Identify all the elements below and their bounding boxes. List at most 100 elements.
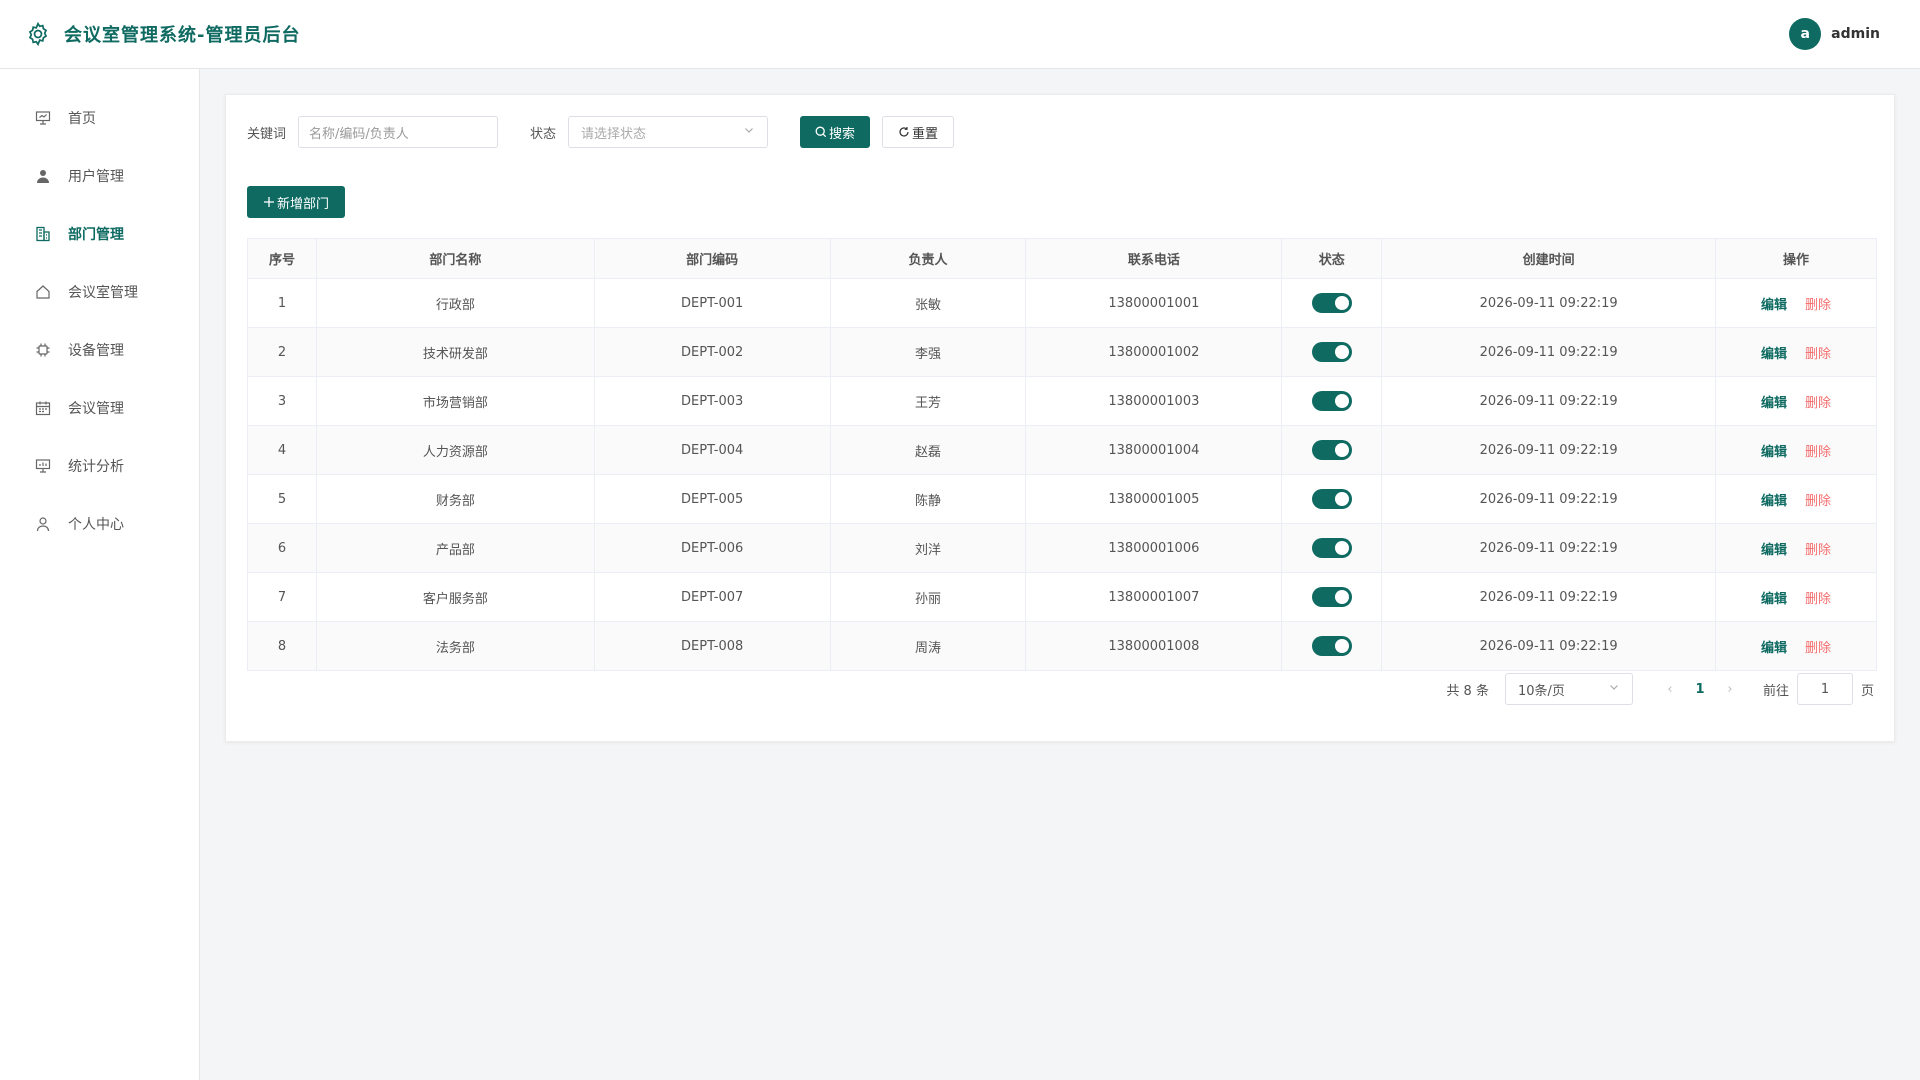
sidebar-item-statistics[interactable]: 统计分析 — [0, 437, 199, 495]
column-header: 状态 — [1281, 238, 1383, 279]
cell-manager: 赵磊 — [829, 425, 1027, 475]
search-button[interactable]: 搜索 — [800, 116, 871, 148]
keyword-label: 关键词 — [247, 126, 287, 142]
column-header: 创建时间 — [1381, 238, 1717, 279]
sidebar-item-users[interactable]: 用户管理 — [0, 147, 199, 205]
status-switch[interactable] — [1311, 636, 1352, 656]
delete-button[interactable]: 删除 — [1805, 592, 1831, 607]
cell-name: 人力资源部 — [315, 425, 595, 475]
cell-name: 法务部 — [315, 621, 595, 671]
cell-code: DEPT-008 — [593, 621, 831, 671]
table-row: 7 客户服务部 DEPT-007 孙丽 13800001007 2026-09-… — [247, 572, 1877, 622]
status-select[interactable]: 请选择状态 — [568, 116, 769, 148]
keyword-input[interactable]: 名称/编码/负责人 — [298, 116, 499, 148]
top-header: 会议室管理系统-管理员后台 a admin — [0, 0, 1920, 69]
delete-button[interactable]: 删除 — [1805, 494, 1831, 509]
chevron-down-icon — [743, 124, 755, 140]
cell-phone: 13800001007 — [1025, 572, 1283, 622]
cell-code: DEPT-001 — [593, 278, 831, 328]
column-header: 部门名称 — [315, 238, 595, 279]
status-switch[interactable] — [1311, 440, 1352, 460]
status-label: 状态 — [530, 126, 557, 142]
cell-phone: 13800001001 — [1025, 278, 1283, 328]
cell-name: 客户服务部 — [315, 572, 595, 622]
status-switch[interactable] — [1311, 391, 1352, 411]
edit-button[interactable]: 编辑 — [1761, 347, 1787, 362]
sidebar-item-meeting-rooms[interactable]: 会议室管理 — [0, 263, 199, 321]
edit-button[interactable]: 编辑 — [1761, 298, 1787, 313]
chart-board-icon — [34, 457, 52, 475]
cell-code: DEPT-003 — [593, 376, 831, 426]
cell-phone: 13800001003 — [1025, 376, 1283, 426]
cell-created: 2026-09-11 09:22:19 — [1381, 523, 1717, 573]
column-header: 部门编码 — [593, 238, 831, 279]
sidebar: 首页 用户管理 部门管理 会议室管理 设备管理 会议管理 统计分析 个人中心 — [0, 69, 200, 1080]
delete-button[interactable]: 删除 — [1805, 543, 1831, 558]
sidebar-item-devices[interactable]: 设备管理 — [0, 321, 199, 379]
table-header-row: 序号 部门名称 部门编码 负责人 联系电话 状态 创建时间 操作 — [247, 238, 1877, 279]
cell-no: 2 — [247, 327, 317, 377]
page-number-current[interactable]: 1 — [1685, 682, 1715, 697]
edit-button[interactable]: 编辑 — [1761, 543, 1787, 558]
avatar[interactable]: a — [1789, 18, 1822, 50]
total-count: 共 8 条 — [1446, 683, 1489, 699]
delete-button[interactable]: 删除 — [1805, 347, 1831, 362]
status-switch[interactable] — [1311, 293, 1352, 313]
cell-no: 8 — [247, 621, 317, 671]
edit-button[interactable]: 编辑 — [1761, 445, 1787, 460]
cell-phone: 13800001005 — [1025, 474, 1283, 524]
gear-icon — [24, 20, 52, 48]
cell-no: 4 — [247, 425, 317, 475]
cell-manager: 刘洋 — [829, 523, 1027, 573]
table-row: 3 市场营销部 DEPT-003 王芳 13800001003 2026-09-… — [247, 376, 1877, 426]
cell-no: 3 — [247, 376, 317, 426]
status-switch[interactable] — [1311, 587, 1352, 607]
edit-button[interactable]: 编辑 — [1761, 396, 1787, 411]
pagination: 共 8 条 10条/页 ‹ 1 › 前往 1 页 — [1446, 673, 1874, 705]
column-header: 序号 — [247, 238, 317, 279]
sidebar-item-meetings[interactable]: 会议管理 — [0, 379, 199, 437]
add-department-button[interactable]: 新增部门 — [247, 186, 346, 218]
edit-button[interactable]: 编辑 — [1761, 494, 1787, 509]
delete-button[interactable]: 删除 — [1805, 298, 1831, 313]
reset-button[interactable]: 重置 — [882, 116, 955, 148]
username[interactable]: admin — [1831, 26, 1880, 42]
cell-manager: 周涛 — [829, 621, 1027, 671]
user-icon — [34, 167, 52, 185]
cell-phone: 13800001002 — [1025, 327, 1283, 377]
cell-manager: 王芳 — [829, 376, 1027, 426]
cell-phone: 13800001006 — [1025, 523, 1283, 573]
sidebar-item-profile[interactable]: 个人中心 — [0, 495, 199, 553]
sidebar-item-departments[interactable]: 部门管理 — [0, 205, 199, 263]
cell-no: 5 — [247, 474, 317, 524]
status-switch[interactable] — [1311, 538, 1352, 558]
calendar-icon — [34, 399, 52, 417]
prev-page-icon[interactable]: ‹ — [1655, 682, 1685, 697]
status-switch[interactable] — [1311, 489, 1352, 509]
column-header: 负责人 — [829, 238, 1027, 279]
cell-code: DEPT-005 — [593, 474, 831, 524]
app-title: 会议室管理系统-管理员后台 — [64, 25, 301, 46]
person-icon — [34, 515, 52, 533]
cell-code: DEPT-007 — [593, 572, 831, 622]
goto-page-input[interactable]: 1 — [1796, 673, 1853, 705]
cell-name: 技术研发部 — [315, 327, 595, 377]
user-menu[interactable]: a admin — [1789, 18, 1880, 50]
table-row: 2 技术研发部 DEPT-002 李强 13800001002 2026-09-… — [247, 327, 1877, 377]
edit-button[interactable]: 编辑 — [1761, 592, 1787, 607]
page-size-select[interactable]: 10条/页 — [1504, 673, 1633, 705]
chevron-down-icon — [1608, 681, 1620, 697]
edit-button[interactable]: 编辑 — [1761, 641, 1787, 656]
cell-name: 行政部 — [315, 278, 595, 328]
delete-button[interactable]: 删除 — [1805, 641, 1831, 656]
cell-code: DEPT-002 — [593, 327, 831, 377]
sidebar-item-home[interactable]: 首页 — [0, 89, 199, 147]
cell-created: 2026-09-11 09:22:19 — [1381, 376, 1717, 426]
delete-button[interactable]: 删除 — [1805, 445, 1831, 460]
status-switch[interactable] — [1311, 342, 1352, 362]
table-row: 4 人力资源部 DEPT-004 赵磊 13800001004 2026-09-… — [247, 425, 1877, 475]
delete-button[interactable]: 删除 — [1805, 396, 1831, 411]
department-table: 序号 部门名称 部门编码 负责人 联系电话 状态 创建时间 操作 1 行政部 D… — [247, 238, 1877, 671]
next-page-icon[interactable]: › — [1715, 682, 1745, 697]
table-row: 1 行政部 DEPT-001 张敏 13800001001 2026-09-11… — [247, 278, 1877, 328]
